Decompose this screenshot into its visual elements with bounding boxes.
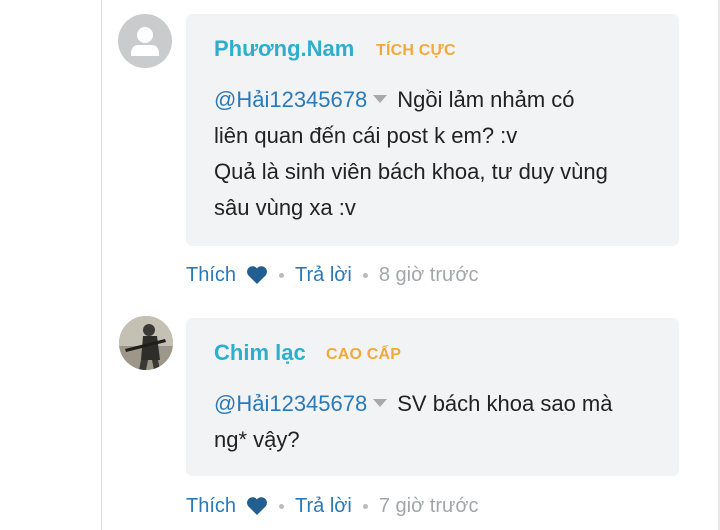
rank-badge: CAO CẤP [326,346,402,363]
separator-dot [362,503,368,509]
like-button[interactable]: Thích [186,264,236,287]
separator-dot [279,503,285,509]
rank-badge: TÍCH CỰC [376,42,456,59]
comment-bubble: Chim lạc CAO CẤP @Hải12345678 SV bách kho… [186,318,679,476]
comment-text-first: Ngồi lảm nhảm có [397,87,575,112]
separator-dot [279,272,285,278]
like-button[interactable]: Thích [186,495,236,518]
comment-text: @Hải12345678 Ngồi lảm nhảm có liên quan đ… [214,82,659,226]
comment-text-first: SV bách khoa sao mà [397,391,613,416]
comment-text-line: ng* vậy? [214,427,300,452]
default-user-icon [131,27,159,56]
timestamp: 7 giờ trước [378,494,479,517]
comment-actions: Thích Trả lời 8 giờ trước [186,262,479,288]
comment-text-line: liên quan đến cái post k em? :v [214,123,518,148]
comment-text: @Hải12345678 SV bách khoa sao mà ng* vậy? [214,386,659,458]
comment-actions: Thích Trả lời 7 giờ trước [186,493,479,519]
timestamp: 8 giờ trước [378,263,479,286]
reply-button[interactable]: Trả lời [295,495,352,518]
mention-link[interactable]: @Hải12345678 [214,87,367,112]
mention-link[interactable]: @Hải12345678 [214,391,367,416]
comment-text-line: sâu vùng xa :v [214,195,356,220]
reply-button[interactable]: Trả lời [295,264,352,287]
comment-text-line: Quả là sinh viên bách khoa, tư duy vùng [214,159,608,184]
separator-dot [362,272,368,278]
heart-icon[interactable] [246,265,268,285]
caret-down-icon[interactable] [373,95,388,103]
soldier-photo-avatar [119,316,173,370]
comment-bubble: Phương.Nam TÍCH CỰC @Hải12345678 Ngồi lảm… [186,14,679,246]
heart-icon[interactable] [246,496,268,516]
caret-down-icon[interactable] [373,399,388,407]
comment-username[interactable]: Chim lạc [214,340,306,366]
comment-username[interactable]: Phương.Nam [214,36,354,62]
avatar[interactable] [119,316,173,370]
thread-line [101,0,102,530]
avatar[interactable] [118,14,172,68]
